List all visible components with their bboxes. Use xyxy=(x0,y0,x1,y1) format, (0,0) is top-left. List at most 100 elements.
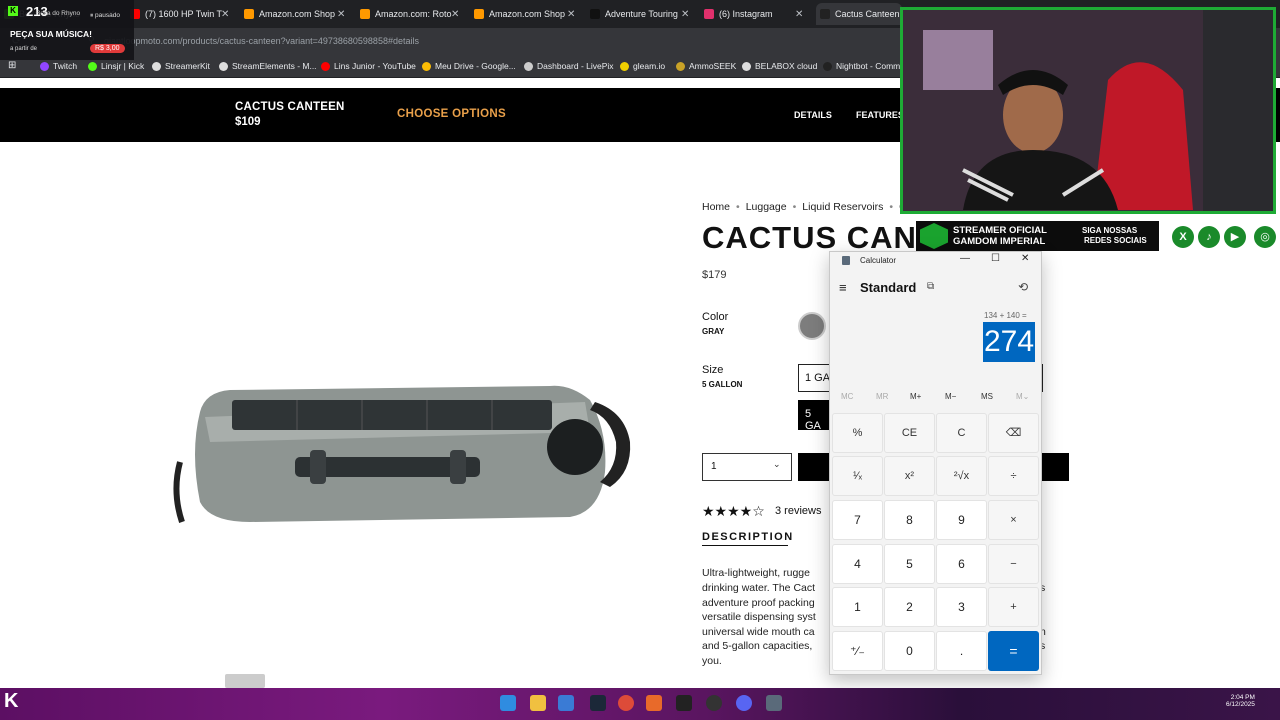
nav-details-link[interactable]: DETAILS xyxy=(794,110,832,120)
calc-key[interactable]: × xyxy=(988,500,1039,540)
apps-grid-icon[interactable]: ⊞ xyxy=(8,60,16,71)
bookmark-item[interactable]: Meu Drive - Google... xyxy=(422,61,516,71)
browser-tab[interactable]: Amazon.com Shop ✕ xyxy=(240,3,352,25)
bookmark-item[interactable]: gleam.io xyxy=(620,61,665,71)
close-tab-icon[interactable]: ✕ xyxy=(681,9,689,20)
description-line: and 5-gallon capacities, xyxy=(702,640,813,652)
bookmark-item[interactable]: Dashboard - LivePix xyxy=(524,61,614,71)
discord-icon[interactable] xyxy=(736,695,752,711)
calc-key[interactable]: 0 xyxy=(884,631,935,671)
description-tab[interactable]: DESCRIPTION xyxy=(702,531,794,543)
size-label: Size xyxy=(702,364,724,376)
history-icon[interactable]: ⟲ xyxy=(1018,280,1028,294)
memory-button[interactable]: MR xyxy=(876,392,888,401)
reviews-link[interactable]: 3 reviews xyxy=(775,505,821,517)
bookmark-item[interactable]: Twitch xyxy=(40,61,77,71)
calc-key[interactable]: 1 xyxy=(832,587,883,627)
app-icon-2[interactable] xyxy=(646,695,662,711)
thumbnail-image[interactable] xyxy=(225,674,265,688)
close-icon[interactable]: ✕ xyxy=(1021,253,1029,264)
description-line: Ultra-lightweight, rugge xyxy=(702,567,810,579)
calc-key[interactable]: − xyxy=(988,544,1039,584)
color-value: GRAY xyxy=(702,327,725,336)
size-option-5-gallon[interactable]: 5 GA xyxy=(798,400,830,430)
nav-features-link[interactable]: FEATURES xyxy=(856,110,904,120)
bookmark-item[interactable]: StreamElements - M... xyxy=(219,61,317,71)
description-line: versatile dispensing syst xyxy=(702,611,816,623)
close-tab-icon[interactable]: ✕ xyxy=(337,9,345,20)
memory-button[interactable]: MS xyxy=(981,392,993,401)
breadcrumb-luggage[interactable]: Luggage xyxy=(746,201,787,213)
browser-tab[interactable]: Amazon.com Shop ✕ xyxy=(470,3,582,25)
bookmark-item[interactable]: Nightbot - Comm xyxy=(823,61,900,71)
keep-on-top-icon[interactable]: ⧉ xyxy=(927,281,934,292)
app-icon[interactable] xyxy=(558,695,574,711)
close-tab-icon[interactable]: ✕ xyxy=(451,9,459,20)
bookmark-label: Meu Drive - Google... xyxy=(435,61,516,71)
overlay-price: R$ 3,00 xyxy=(90,44,125,53)
calc-key[interactable]: C xyxy=(936,413,987,453)
color-swatch-gray[interactable] xyxy=(798,312,826,340)
calc-key[interactable]: 6 xyxy=(936,544,987,584)
calc-key[interactable]: 8 xyxy=(884,500,935,540)
memory-button[interactable]: M⌄ xyxy=(1016,392,1029,401)
webcam-image xyxy=(903,10,1273,211)
calc-key[interactable]: 9 xyxy=(936,500,987,540)
close-tab-icon[interactable]: ✕ xyxy=(795,9,803,20)
memory-button[interactable]: M+ xyxy=(910,392,921,401)
start-icon[interactable] xyxy=(500,695,516,711)
chevron-down-icon: ⌄ xyxy=(773,459,781,469)
chrome-icon[interactable] xyxy=(618,695,634,711)
bookmark-item[interactable]: AmmoSEEK xyxy=(676,61,736,71)
minimize-icon[interactable]: — xyxy=(960,253,970,264)
calc-key[interactable]: 4 xyxy=(832,544,883,584)
header-product-price: $109 xyxy=(235,116,261,128)
bookmark-item[interactable]: Lins Junior - YouTube xyxy=(321,61,416,71)
calc-key[interactable]: . xyxy=(936,631,987,671)
file-explorer-icon[interactable] xyxy=(530,695,546,711)
browser-tab[interactable]: Amazon.com: Roto ✕ xyxy=(356,3,466,25)
size-value: 5 GALLON xyxy=(702,380,743,389)
browser-tab[interactable]: (6) Instagram ✕ xyxy=(700,3,810,25)
calc-key[interactable]: ²√x xyxy=(936,456,987,496)
tiktok-icon: ♪ xyxy=(1198,226,1220,248)
browser-tab[interactable]: (7) 1600 HP Twin T ✕ xyxy=(126,3,236,25)
calc-key[interactable]: ⌫ xyxy=(988,413,1039,453)
calculator-taskbar-icon[interactable] xyxy=(766,695,782,711)
calc-key[interactable]: ¹⁄ₓ xyxy=(832,456,883,496)
banner-line-1: STREAMER OFICIAL xyxy=(953,225,1047,236)
calc-key[interactable]: + xyxy=(988,587,1039,627)
breadcrumb-liquid-reservoirs[interactable]: Liquid Reservoirs xyxy=(802,201,883,213)
obs-icon[interactable] xyxy=(706,695,722,711)
kick-icon: K xyxy=(8,6,18,16)
close-tab-icon[interactable]: ✕ xyxy=(221,9,229,20)
bookmark-item[interactable]: Linsjr | Kick xyxy=(88,61,144,71)
hamburger-menu-icon[interactable]: ≡ xyxy=(839,280,847,295)
calc-key[interactable]: CE xyxy=(884,413,935,453)
bookmark-item[interactable]: BELABOX cloud xyxy=(742,61,817,71)
product-image[interactable] xyxy=(170,372,640,532)
browser-tab[interactable]: Adventure Touring ✕ xyxy=(586,3,696,25)
overlay-status: ⏸ pausado xyxy=(90,12,120,19)
steam-icon[interactable] xyxy=(590,695,606,711)
choose-options-button[interactable]: CHOOSE OPTIONS xyxy=(397,108,506,120)
calc-key[interactable]: 2 xyxy=(884,587,935,627)
bookmark-item[interactable]: StreamerKit xyxy=(152,61,210,71)
memory-button[interactable]: MC xyxy=(841,392,853,401)
product-price: $179 xyxy=(702,269,727,281)
close-tab-icon[interactable]: ✕ xyxy=(567,9,575,20)
calc-key[interactable]: = xyxy=(988,631,1039,671)
breadcrumb-home[interactable]: Home xyxy=(702,201,730,213)
calc-key[interactable]: 3 xyxy=(936,587,987,627)
calc-key[interactable]: 5 xyxy=(884,544,935,584)
url-input[interactable]: giantloopmoto.com/products/cactus-cantee… xyxy=(104,36,419,46)
terminal-icon[interactable] xyxy=(676,695,692,711)
maximize-icon[interactable]: ☐ xyxy=(991,253,1000,264)
calc-key[interactable]: x² xyxy=(884,456,935,496)
browser-tab[interactable]: Cactus Canteen – xyxy=(816,3,902,25)
memory-button[interactable]: M− xyxy=(945,392,956,401)
calc-key[interactable]: % xyxy=(832,413,883,453)
calc-key[interactable]: ÷ xyxy=(988,456,1039,496)
calc-key[interactable]: ⁺⁄₋ xyxy=(832,631,883,671)
calc-key[interactable]: 7 xyxy=(832,500,883,540)
